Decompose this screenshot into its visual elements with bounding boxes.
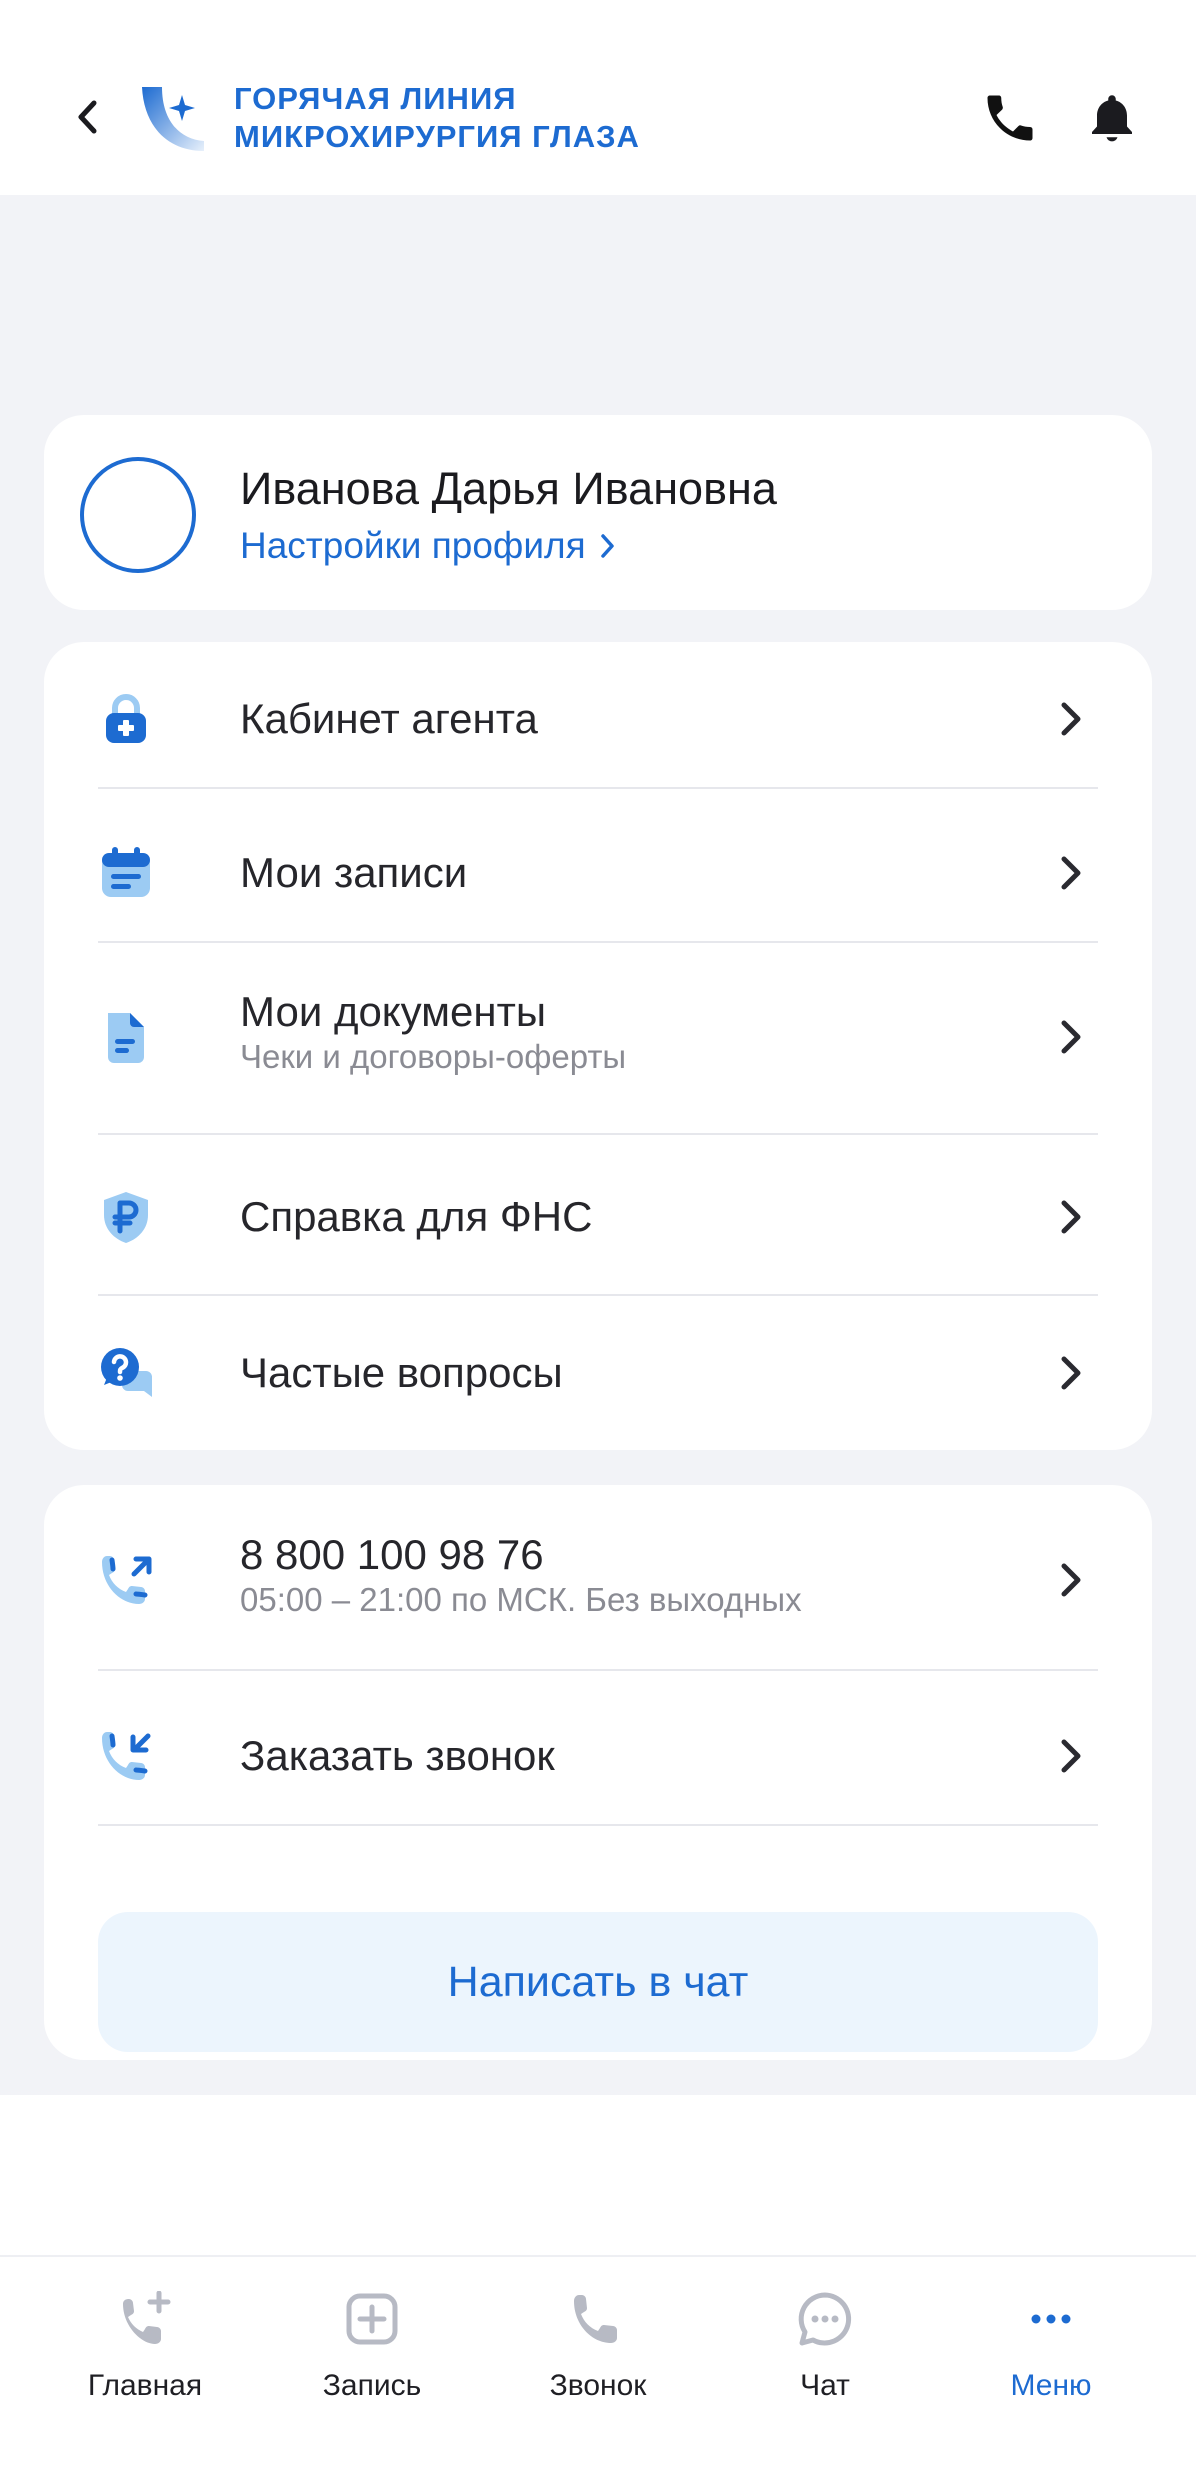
- profile-settings-label: Настройки профиля: [240, 525, 586, 566]
- phone-incoming-icon: [98, 1728, 154, 1784]
- divider: [98, 787, 1098, 789]
- brand-logo[interactable]: ГОРЯЧАЯ ЛИНИЯ МИКРОХИРУРГИЯ ГЛАЗА: [138, 80, 640, 156]
- header-call-button[interactable]: [980, 88, 1040, 148]
- logo-mark-icon: [142, 87, 204, 151]
- hotline-hours: 05:00 – 21:00 по МСК. Без выходных: [240, 1581, 802, 1618]
- menu-item-subtitle: Чеки и договоры-оферты: [240, 1038, 627, 1075]
- chevron-left-icon: [78, 100, 97, 134]
- phone-icon: [574, 2295, 617, 2343]
- tab-chat[interactable]: Чат: [725, 2287, 925, 2403]
- tab-label: Чат: [800, 2369, 850, 2402]
- logo-line-2: МИКРОХИРУРГИЯ ГЛАЗА: [234, 119, 640, 154]
- menu-item-faq[interactable]: Частые вопросы: [98, 1340, 1098, 1406]
- write-to-chat-button[interactable]: Написать в чат: [98, 1912, 1098, 2052]
- chevron-right-icon: [600, 534, 614, 558]
- chevron-right-icon: [1061, 1563, 1081, 1597]
- chevron-right-icon: [1061, 1356, 1081, 1390]
- chat-bubble-icon: [798, 2292, 852, 2346]
- ruble-shield-icon: [98, 1189, 154, 1245]
- brand-name: ГОРЯЧАЯ ЛИНИЯ МИКРОХИРУРГИЯ ГЛАЗА: [234, 80, 640, 156]
- question-chat-icon: [98, 1345, 154, 1401]
- tab-home[interactable]: Главная: [45, 2287, 245, 2403]
- chevron-right-icon: [1061, 1739, 1081, 1773]
- menu-item-title: Частые вопросы: [240, 1349, 563, 1396]
- bottom-tab-bar: Главная Запись Звонок Чат Меню: [0, 2255, 1196, 2477]
- tab-booking[interactable]: Запись: [272, 2287, 472, 2403]
- divider: [98, 1133, 1098, 1135]
- menu-item-my-appointments[interactable]: Мои записи: [98, 840, 1098, 906]
- document-icon: [98, 1009, 154, 1065]
- app-header: ГОРЯЧАЯ ЛИНИЯ МИКРОХИРУРГИЯ ГЛАЗА: [0, 0, 1196, 195]
- profile-name: Иванова Дарья Ивановна: [240, 463, 777, 514]
- menu-card: Кабинет агента Мои записи Мои документы …: [44, 642, 1152, 1450]
- menu-item-agent-cabinet[interactable]: Кабинет агента: [98, 686, 1098, 752]
- divider: [98, 1294, 1098, 1296]
- plus-square-icon: [346, 2293, 398, 2345]
- tab-label: Меню: [1010, 2369, 1092, 2402]
- divider: [98, 1669, 1098, 1671]
- chevron-right-icon: [1061, 702, 1081, 736]
- calendar-icon: [98, 845, 154, 901]
- request-callback-row[interactable]: Заказать звонок: [98, 1723, 1098, 1789]
- hotline-phone-number: 8 800 100 98 76: [240, 1531, 544, 1578]
- divider: [98, 941, 1098, 943]
- menu-item-title: Мои записи: [240, 849, 468, 896]
- phone-plus-icon: [123, 2291, 171, 2344]
- notifications-button[interactable]: [1082, 88, 1142, 150]
- more-dots-icon: [1031, 2314, 1071, 2324]
- profile-card[interactable]: Иванова Дарья Ивановна Настройки профиля: [44, 415, 1152, 610]
- tab-label: Запись: [322, 2369, 422, 2402]
- hotline-phone-row[interactable]: 8 800 100 98 76 05:00 – 21:00 по МСК. Бе…: [98, 1530, 1098, 1630]
- chevron-right-icon: [1061, 1020, 1081, 1054]
- divider: [98, 1824, 1098, 1826]
- menu-item-my-documents[interactable]: Мои документы Чеки и договоры-оферты: [98, 987, 1098, 1087]
- logo-line-1: ГОРЯЧАЯ ЛИНИЯ: [234, 81, 517, 116]
- tab-label: Звонок: [549, 2369, 647, 2402]
- avatar[interactable]: [80, 457, 196, 573]
- menu-item-title: Мои документы: [240, 988, 547, 1035]
- request-callback-label: Заказать звонок: [240, 1732, 555, 1779]
- tab-label: Главная: [87, 2369, 203, 2402]
- chevron-right-icon: [1061, 1200, 1081, 1234]
- back-button[interactable]: [62, 92, 112, 142]
- tab-menu[interactable]: Меню: [951, 2287, 1151, 2403]
- bell-icon: [1092, 95, 1132, 142]
- profile-settings-link[interactable]: Настройки профиля: [240, 525, 616, 567]
- contacts-card: 8 800 100 98 76 05:00 – 21:00 по МСК. Бе…: [44, 1485, 1152, 2060]
- menu-item-title: Кабинет агента: [240, 695, 538, 742]
- chevron-right-icon: [1061, 856, 1081, 890]
- phone-outgoing-icon: [98, 1552, 154, 1608]
- medical-lock-icon: [98, 691, 154, 747]
- menu-item-title: Справка для ФНС: [240, 1193, 593, 1240]
- menu-item-fns-certificate[interactable]: Справка для ФНС: [98, 1184, 1098, 1250]
- tab-call[interactable]: Звонок: [498, 2287, 698, 2403]
- phone-icon: [987, 95, 1033, 141]
- content-area: Иванова Дарья Ивановна Настройки профиля…: [0, 195, 1196, 2095]
